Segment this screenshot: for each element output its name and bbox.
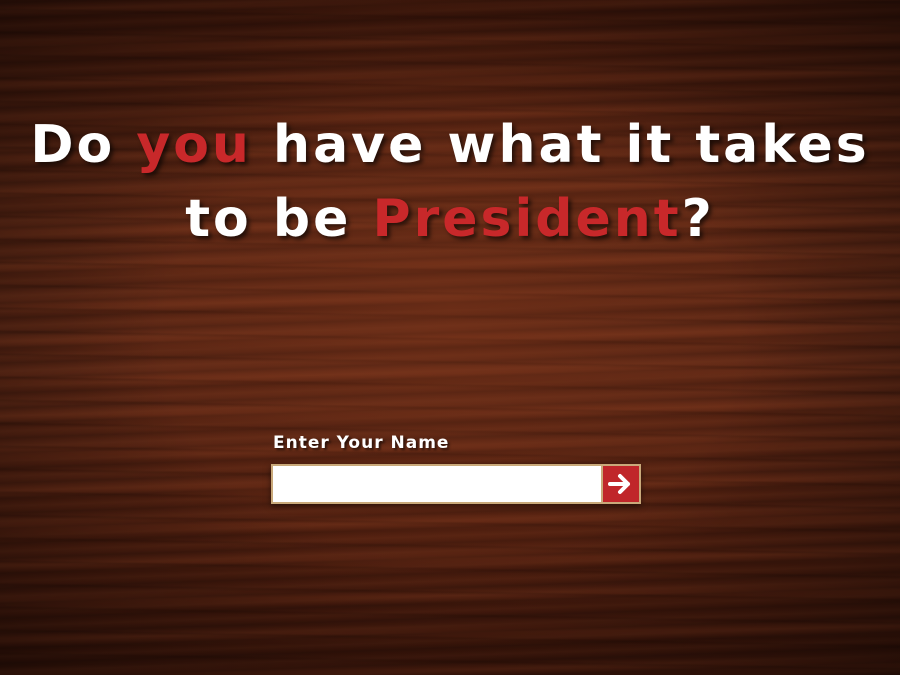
headline: Do you have what it takes to be Presiden… [0,108,900,256]
headline-line-2: to be President? [0,182,900,256]
submit-button[interactable] [601,466,639,502]
headline-text: have what it takes [251,115,870,175]
name-input[interactable] [273,466,603,502]
headline-highlight-president: President [372,189,682,249]
arrow-right-icon [608,474,630,494]
background-vignette [0,0,900,675]
headline-line-1: Do you have what it takes [0,108,900,182]
name-form [271,464,641,504]
headline-text: ? [681,189,715,249]
name-label: Enter Your Name [273,433,450,453]
headline-highlight-you: you [136,115,252,175]
headline-text: to be [185,189,373,249]
headline-text: Do [30,115,137,175]
